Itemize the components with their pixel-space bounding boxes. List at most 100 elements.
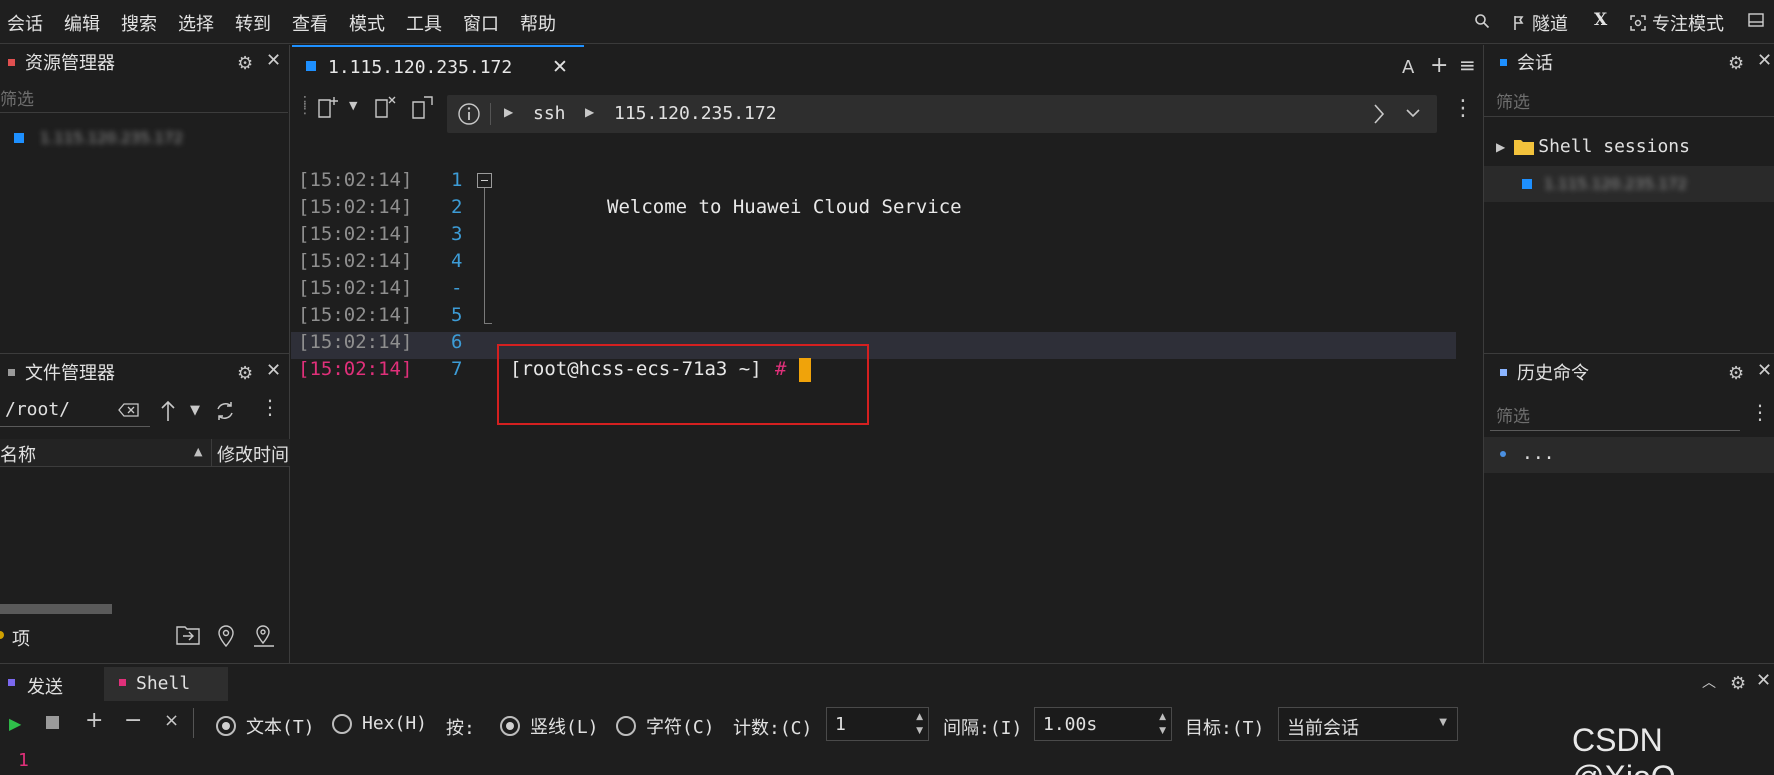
menu-goto[interactable]: 转到 (235, 10, 271, 36)
terminal-line: [15:02:14] 3 (298, 223, 463, 245)
menu-edit[interactable]: 编辑 (64, 10, 100, 36)
reconnect-icon[interactable] (410, 95, 434, 121)
tab-menu-button[interactable]: ≡ (1459, 53, 1476, 77)
gear-icon[interactable]: ⚙ (1730, 673, 1746, 694)
chevron-down-icon[interactable]: ▼ (349, 99, 357, 112)
bullet-icon (1500, 451, 1506, 457)
stop-icon[interactable] (46, 716, 59, 729)
close-tab-icon[interactable]: ✕ (552, 56, 568, 78)
more-icon[interactable]: ⋮ (260, 397, 280, 417)
address-bar[interactable]: ▶ ssh ▶ 115.120.235.172 (447, 95, 1437, 133)
interval-stepper[interactable]: 1.00s ▲ ▼ (1034, 707, 1172, 741)
drag-handle-icon[interactable]: ⋮ ⋮ (298, 95, 312, 116)
option-char[interactable]: 字符(C) (616, 713, 715, 739)
item-count-label: 项 (12, 629, 30, 650)
sessions-filter-input[interactable]: 筛选 (1484, 83, 1774, 117)
count-stepper[interactable]: 1 ▲ ▼ (826, 707, 929, 741)
resource-manager-title: 资源管理器 (25, 53, 115, 74)
up-directory-icon[interactable] (160, 400, 176, 422)
terminal-output[interactable]: [15:02:14] 1 [15:02:14] 2 Welcome to Hua… (291, 137, 1483, 663)
divider (0, 353, 290, 354)
close-session-icon[interactable] (373, 95, 397, 121)
column-modified-time[interactable]: 修改时间 (217, 441, 289, 467)
by-label: 按: (446, 718, 475, 739)
menu-help[interactable]: 帮助 (520, 10, 556, 36)
focus-mode-label: 专注模式 (1652, 14, 1724, 35)
clear-icon[interactable]: × (164, 710, 179, 731)
font-size-button[interactable]: A (1402, 57, 1414, 78)
close-icon[interactable]: ✕ (1757, 360, 1772, 381)
focus-mode-button[interactable]: 专注模式 (1630, 10, 1724, 36)
session-item-label: 1.115.120.235.172 (1544, 175, 1688, 193)
tunnel-button[interactable]: 隧道 (1512, 10, 1568, 36)
menu-view[interactable]: 查看 (292, 10, 328, 36)
divider (193, 708, 194, 738)
menu-window[interactable]: 窗口 (463, 10, 499, 36)
location-pin-icon[interactable] (217, 623, 235, 647)
tab-send-label: 发送 (27, 677, 63, 698)
divider (490, 103, 491, 125)
terminal-line: [15:02:14] 6 (298, 331, 463, 353)
menu-search[interactable]: 搜索 (121, 10, 157, 36)
shell-sessions-folder[interactable]: ▶ Shell sessions (1496, 136, 1690, 157)
new-tab-button[interactable]: + (1430, 53, 1448, 78)
column-name[interactable]: 名称 (0, 441, 36, 467)
close-icon[interactable]: ✕ (1757, 50, 1772, 71)
protocol-label[interactable]: ssh (533, 103, 566, 124)
menu-select[interactable]: 选择 (178, 10, 214, 36)
option-line[interactable]: 竖线(L) (500, 713, 599, 739)
menu-tools[interactable]: 工具 (406, 10, 442, 36)
panel-marker-icon (1500, 58, 1507, 66)
close-icon[interactable]: ✕ (266, 50, 281, 71)
close-icon[interactable]: ✕ (266, 360, 281, 381)
tab-session[interactable]: 1.115.120.235.172 ✕ (292, 45, 584, 89)
host-label[interactable]: 115.120.235.172 (614, 103, 777, 124)
menu-session[interactable]: 会话 (7, 10, 43, 36)
stepper-arrows-icon[interactable]: ▲ ▼ (1159, 710, 1166, 738)
terminal-line: [15:02:14] 2 Welcome to Huawei Cloud Ser… (291, 194, 1456, 221)
tab-send[interactable]: 发送 (0, 667, 104, 701)
new-session-icon[interactable] (316, 95, 340, 121)
horizontal-scrollbar[interactable] (0, 604, 112, 614)
chevron-right-icon[interactable] (1371, 102, 1387, 126)
resource-item[interactable]: 1.115.120.235.172 (14, 129, 183, 147)
target-select[interactable]: 当前会话 ▼ (1278, 707, 1458, 741)
menu-mode[interactable]: 模式 (349, 10, 385, 36)
chevron-down-icon[interactable] (1405, 107, 1421, 119)
option-hex[interactable]: Hex(H) (332, 713, 427, 734)
session-item[interactable]: 1.115.120.235.172 (1484, 166, 1774, 202)
close-icon[interactable]: ✕ (1756, 670, 1771, 691)
gear-icon[interactable]: ⚙ (1728, 363, 1744, 384)
resource-filter-input[interactable]: 筛选 (0, 81, 288, 113)
more-icon[interactable]: ⋮ (1750, 401, 1770, 423)
layout-icon[interactable] (1748, 12, 1764, 28)
history-item[interactable]: ... (1484, 437, 1774, 473)
target-label: 目标:(T) (1185, 718, 1265, 739)
search-icon[interactable] (1472, 11, 1492, 31)
clear-input-icon[interactable] (118, 403, 140, 417)
focus-icon (1630, 15, 1646, 31)
x-icon[interactable]: X (1594, 10, 1607, 30)
add-icon[interactable]: + (85, 708, 103, 733)
info-icon[interactable] (457, 102, 481, 126)
chevron-up-icon[interactable]: ︿ (1702, 672, 1716, 692)
gear-icon[interactable]: ⚙ (237, 363, 253, 384)
play-icon[interactable]: ▶ (9, 714, 21, 733)
refresh-icon[interactable] (214, 400, 236, 422)
interval-label: 间隔:(I) (943, 718, 1023, 739)
option-text[interactable]: 文本(T) (216, 713, 315, 739)
gear-icon[interactable]: ⚙ (237, 53, 253, 74)
tab-shell[interactable]: Shell (104, 667, 228, 701)
stepper-arrows-icon[interactable]: ▲ ▼ (916, 710, 923, 738)
location-settings-icon[interactable] (252, 623, 278, 647)
folder-label: Shell sessions (1538, 136, 1690, 157)
remove-icon[interactable]: − (124, 708, 142, 733)
host-icon (14, 133, 24, 143)
gear-icon[interactable]: ⚙ (1728, 53, 1744, 74)
welcome-text: Welcome to Huawei Cloud Service (607, 196, 962, 218)
history-filter-input[interactable]: 筛选 (1490, 397, 1740, 431)
more-icon[interactable]: ⋮ (1452, 97, 1474, 121)
chevron-down-icon[interactable]: ▼ (190, 403, 200, 418)
breadcrumb-arrow-icon: ▶ (585, 105, 595, 119)
upload-to-folder-icon[interactable] (176, 624, 200, 646)
